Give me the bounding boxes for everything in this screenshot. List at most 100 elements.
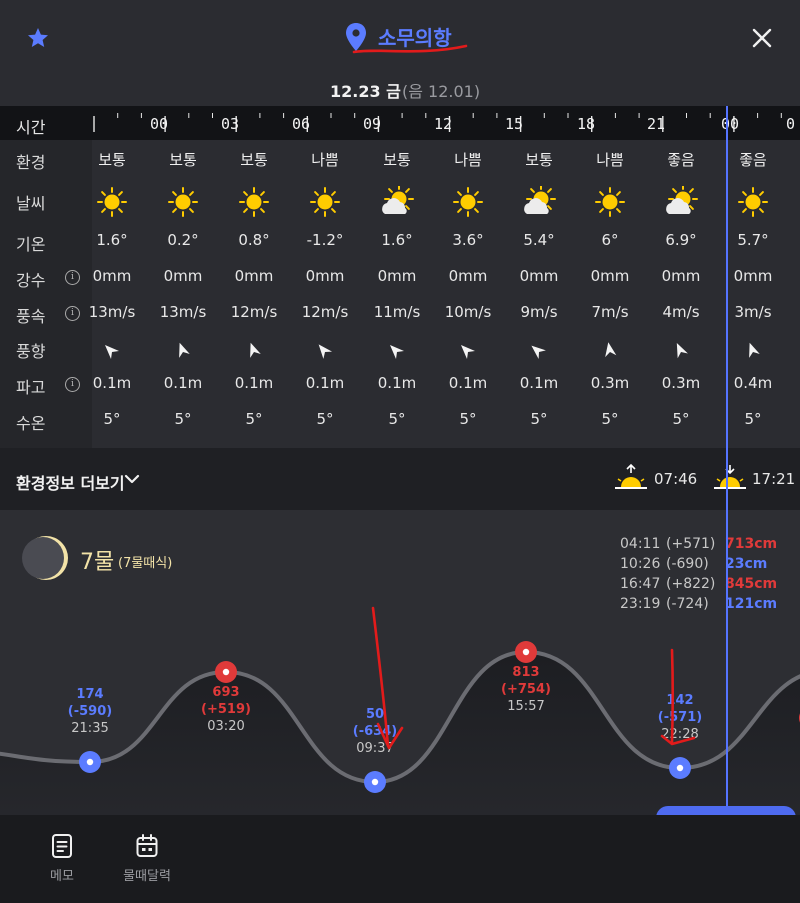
wind-direction-arrow-icon	[749, 342, 760, 358]
tide-point-value: 813	[512, 665, 539, 680]
partly-cloudy-icon	[524, 186, 556, 214]
env-cell: 보통	[383, 151, 411, 169]
wind-speed-cell: 11m/s	[373, 303, 421, 321]
date: 12.23 금	[330, 82, 401, 101]
chevron-down-icon[interactable]	[124, 472, 140, 486]
sunset-time: 17:21	[752, 470, 796, 488]
tide-panel: 7물 (7물때식) 04:11 (+571) 713cm 10:26 (-690) 23c…	[0, 510, 800, 815]
tide-h: 23cm	[725, 556, 768, 572]
moon-phase-icon	[22, 536, 68, 580]
wave-cell: 0.3m	[590, 374, 630, 392]
underline-annotation	[352, 44, 468, 54]
temp-cell: 1.6°	[96, 231, 128, 249]
tide-h: 845cm	[725, 576, 778, 592]
memo-button[interactable]: 메모	[40, 833, 84, 884]
tide-point-value: 50	[366, 707, 384, 722]
low-tide-marker[interactable]	[79, 751, 101, 773]
water-temp-cell: 5°	[316, 410, 334, 428]
wave-cell: 0.4m	[733, 374, 773, 392]
ruler-hour: 0	[786, 115, 796, 133]
wind-speed-cell: 7m/s	[591, 303, 629, 321]
partly-cloudy-icon	[666, 186, 698, 214]
precip-cell: 0mm	[661, 267, 701, 285]
tide-point-time: 21:35	[71, 721, 108, 736]
ruler-hour: 18	[577, 115, 596, 133]
precip-cell: 0mm	[234, 267, 274, 285]
env-cell: 보통	[525, 151, 553, 169]
row-label-wind-dir: 풍향	[16, 342, 46, 361]
tide-mul: 7물	[80, 550, 115, 575]
sun-icon	[595, 187, 625, 217]
temp-cell: 1.6°	[381, 231, 413, 249]
tide-point-time: 09:37	[356, 741, 393, 756]
high-tide-marker[interactable]	[215, 661, 237, 683]
tide-weather-screen: 소무의항 12.23 금 (음 12.01) 시간 00 03 06 09 12 15 18…	[0, 0, 800, 903]
low-tide-marker[interactable]	[364, 771, 386, 793]
env-cell: 좋음	[739, 151, 767, 169]
wind-direction-arrow-icon	[390, 345, 404, 359]
tide-point-time: 22:28	[661, 727, 698, 742]
tide-chart[interactable]: 174 (-590) 21:35 693 (+519) 03:20 50 (-634) 09:3…	[0, 600, 800, 815]
tide-point-diff: (-634)	[353, 724, 397, 739]
water-temp-cell: 5°	[530, 410, 548, 428]
ruler-hour: 21	[647, 115, 666, 133]
tide-calendar-button[interactable]: 물때달력	[116, 833, 178, 884]
ruler-hour: 00	[150, 115, 169, 133]
sun-icon	[97, 187, 127, 217]
env-cell: 나쁨	[596, 151, 624, 169]
temp-cell: 5.4°	[523, 231, 555, 249]
sun-icon	[310, 187, 340, 217]
header: 소무의항 12.23 금 (음 12.01)	[0, 0, 800, 105]
wave-cell: 0.3m	[661, 374, 701, 392]
env-cell: 보통	[240, 151, 268, 169]
tide-diff: (+822)	[666, 576, 716, 592]
ruler-hour: 03	[221, 115, 240, 133]
water-temp-cell: 5°	[245, 410, 263, 428]
wave-cell: 0.1m	[305, 374, 345, 392]
water-temp-cell: 5°	[103, 410, 121, 428]
current-time-line	[726, 106, 728, 806]
tide-point-value: 174	[76, 687, 103, 702]
bottom-nav: 메모 물때달력	[0, 815, 800, 903]
sun-icon	[168, 187, 198, 217]
calendar-icon	[136, 834, 158, 857]
lunar-date: (음 12.01)	[402, 82, 481, 101]
water-temp-cell: 5°	[744, 410, 762, 428]
forecast-table[interactable]: 환경 날씨 기온 강수 i 풍속 i 풍향 파고 i 수온 보통 1.6° 0mm 1…	[0, 140, 800, 448]
ruler-hour: 12	[434, 115, 453, 133]
tide-time: 16:47	[620, 576, 661, 592]
env-cell: 좋음	[667, 151, 695, 169]
precip-cell: 0mm	[448, 267, 488, 285]
water-temp-cell: 5°	[672, 410, 690, 428]
tide-time: 10:26	[620, 556, 661, 572]
wind-speed-cell: 13m/s	[159, 303, 207, 321]
star-icon[interactable]	[26, 26, 50, 50]
tide-calendar-label: 물때달력	[123, 869, 171, 884]
temp-cell: 0.2°	[167, 231, 199, 249]
sun-icon	[738, 187, 768, 217]
precip-cell: 0mm	[163, 267, 203, 285]
low-tide-marker[interactable]	[669, 757, 691, 779]
water-temp-cell: 5°	[388, 410, 406, 428]
precip-cell: 0mm	[305, 267, 345, 285]
water-temp-cell: 5°	[459, 410, 477, 428]
close-icon[interactable]	[748, 24, 776, 52]
water-temp-cell: 5°	[601, 410, 619, 428]
wind-speed-cell: 10m/s	[444, 303, 492, 321]
tide-h: 713cm	[725, 536, 778, 552]
time-ruler[interactable]: 시간 00 03 06 09 12 15 18 21 00 0	[0, 106, 800, 140]
sun-icon	[239, 187, 269, 217]
high-tide-marker[interactable]	[515, 641, 537, 663]
tide-point-time: 15:57	[507, 699, 544, 714]
sunset-icon	[714, 465, 746, 489]
tide-point-diff: (+754)	[501, 682, 551, 697]
wave-cell: 0.1m	[519, 374, 559, 392]
wind-speed-cell: 4m/s	[662, 303, 700, 321]
tide-diff: (+571)	[666, 536, 716, 552]
row-label-wind-speed: 풍속	[16, 307, 46, 326]
wave-cell: 0.1m	[92, 374, 132, 392]
sunrise-icon	[615, 463, 647, 489]
more-info-button[interactable]: 환경정보 더보기	[16, 470, 125, 494]
wave-cell: 0.1m	[448, 374, 488, 392]
more-info-bar: 환경정보 더보기 07:46 17:21	[0, 448, 800, 510]
